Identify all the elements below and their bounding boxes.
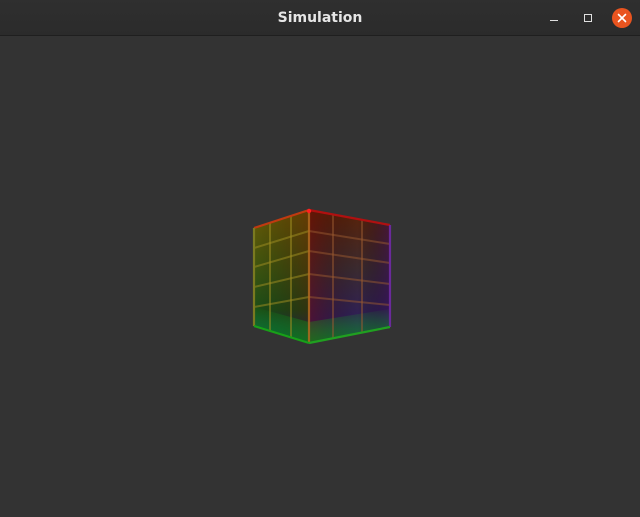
close-icon xyxy=(617,13,627,23)
close-button[interactable] xyxy=(612,8,632,28)
minimize-icon xyxy=(550,20,558,21)
maximize-button[interactable] xyxy=(578,8,598,28)
textured-cube xyxy=(252,208,392,345)
render-viewport[interactable] xyxy=(0,37,640,517)
title-bar[interactable]: Simulation xyxy=(0,0,640,36)
maximize-icon xyxy=(584,14,592,22)
app-window: Simulation xyxy=(0,0,640,517)
minimize-button[interactable] xyxy=(544,8,564,28)
